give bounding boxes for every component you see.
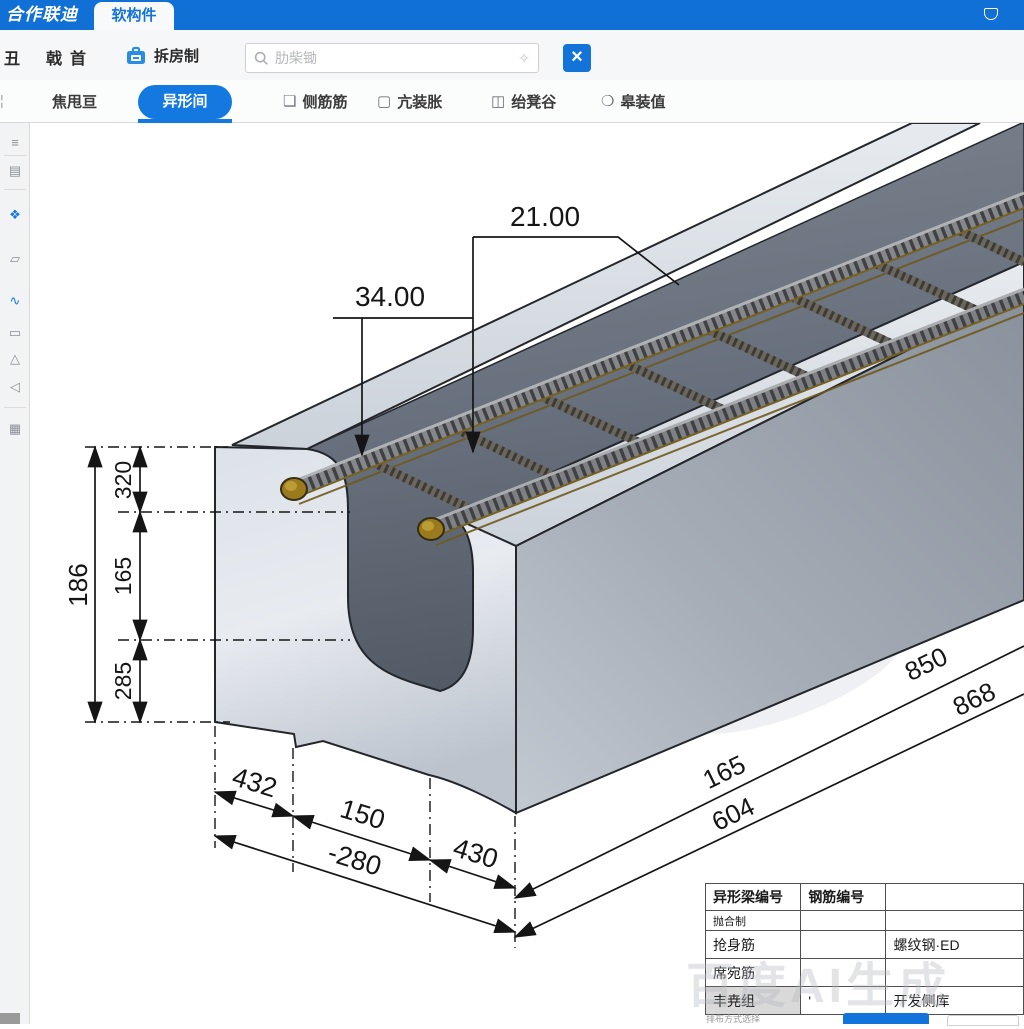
tab-4-label: 亢装胀 [397,91,442,112]
rebar-properties-table: 异形梁编号 钢筋编号 抛合制 抢身筋 螺纹钢·ED 席宛筋 丰尭组 ' 开发侧库 [705,883,1024,1015]
dim-label-bot-total: -280 [324,837,384,881]
tab-5-label: 绐凳谷 [511,91,556,112]
tool-icon-9[interactable]: ▦ [0,421,30,437]
sidebar-divider [4,189,26,190]
tab-3-label: 侧筋筋 [302,91,347,112]
row3-label: 席宛筋 [706,959,801,987]
row1-label: 抛合制 [706,911,801,931]
dim-label-right-c: 604 [707,791,759,837]
dim-label-right-d: 868 [948,676,1000,722]
header-rebar-number: 钢筋编号 [801,884,886,911]
dim-label-top1: 21.00 [510,201,580,232]
app-window: { "titlebar": { "logo": "合作联迪", "tab": "… [0,0,1024,1024]
tab-3[interactable]: ❏ 侧筋筋 [283,80,347,122]
dim-label-left-c: 285 [110,662,136,700]
sidebar-divider [4,155,26,156]
tool-icon-2[interactable]: ▤ [0,163,30,179]
panel-icon: ▢ [377,92,391,110]
tool-icon-1[interactable]: ≡ [0,135,30,150]
dim-label-right-a: 165 [698,749,750,795]
table-row[interactable]: 抛合制 [706,911,1024,931]
window-tab[interactable]: 软构件 [94,2,174,30]
row4-value: 开发侧库 [886,987,1024,1015]
rebar-icon: ❏ [283,92,296,110]
search-icon [254,51,269,66]
header-beam-number: 异形梁编号 [706,884,801,911]
tab-2-active[interactable]: 异形间 [138,85,232,119]
row2-label: 抢身筋 [706,931,801,959]
row2-value: 螺纹钢·ED [886,931,1024,959]
table-row[interactable]: 丰尭组 ' 开发侧库 [706,987,1024,1015]
tab-4[interactable]: ▢ 亢装胀 [377,80,442,122]
search-placeholder: 肋柴锄 [275,48,518,68]
tool-icon-5[interactable]: ∿ [0,293,30,309]
shield-icon[interactable] [984,8,998,20]
search-input[interactable]: 肋柴锄 ✧ [245,43,539,73]
tool-icon-3[interactable]: ❖ [0,207,30,223]
dim-label-bot-a: 432 [229,761,281,803]
table-row[interactable]: 席宛筋 [706,959,1024,987]
sparkle-icon[interactable]: ✧ [518,50,530,67]
row4-label: 丰尭组 [706,987,801,1015]
tool-icon-6[interactable]: ▭ [0,325,30,341]
component-tab-bar: ¦ 焦甩亘 异形间 ❏ 侧筋筋 ▢ 亢装胀 ◫ 绐凳谷 ❍ 皋装值 [0,80,1024,123]
tool-sidebar: ≡ ▤ ❖ ▱ ∿ ▭ △ ◁ ▦ [0,123,30,1024]
tool-icon-8[interactable]: ◁ [0,379,30,395]
tab-1-label: 焦甩亘 [52,91,97,112]
table-row[interactable]: 抢身筋 螺纹钢·ED [706,931,1024,959]
tool-menu-label[interactable]: 拆房制 [154,45,199,66]
dim-label-top2: 34.00 [355,281,425,312]
layout-note: 排布方式选择 [706,1012,760,1025]
dim-label-bot-b: 150 [337,793,389,835]
close-search-button[interactable]: × [563,44,591,72]
dim-label-left-b: 165 [110,557,136,595]
tab-stub-icon[interactable]: ¦ [0,92,10,110]
tab-6[interactable]: ❍ 皋装值 [601,80,665,122]
tool-icon-7[interactable]: △ [0,351,30,367]
column-icon: ◫ [491,92,505,110]
tab-5[interactable]: ◫ 绐凳谷 [491,80,556,122]
header-empty [886,884,1024,911]
briefcase-icon[interactable] [124,44,148,68]
row4-mark: ' [801,987,886,1015]
dim-label-left-a: 320 [110,461,136,499]
sidebar-collapse-handle[interactable] [0,1013,20,1024]
title-bar: 合作联迪 软构件 [0,0,1024,30]
menu-item-1[interactable]: 丑 [4,45,20,69]
app-logo: 合作联迪 [6,3,92,27]
dim-label-bot-c: 430 [450,832,502,874]
table-header-row: 异形梁编号 钢筋编号 [706,884,1024,911]
secondary-button[interactable] [947,1015,1019,1026]
confirm-button[interactable] [843,1013,929,1024]
sidebar-divider [4,407,26,408]
tab-6-label: 皋装值 [620,91,665,112]
menu-item-3[interactable]: 首 [70,45,86,69]
pipe-icon: ❍ [601,92,614,110]
tool-icon-4[interactable]: ▱ [0,251,30,267]
dim-label-left-total: 186 [63,563,93,606]
menu-item-2[interactable]: 戟 [46,45,62,69]
tab-1[interactable]: 焦甩亘 [52,80,97,122]
